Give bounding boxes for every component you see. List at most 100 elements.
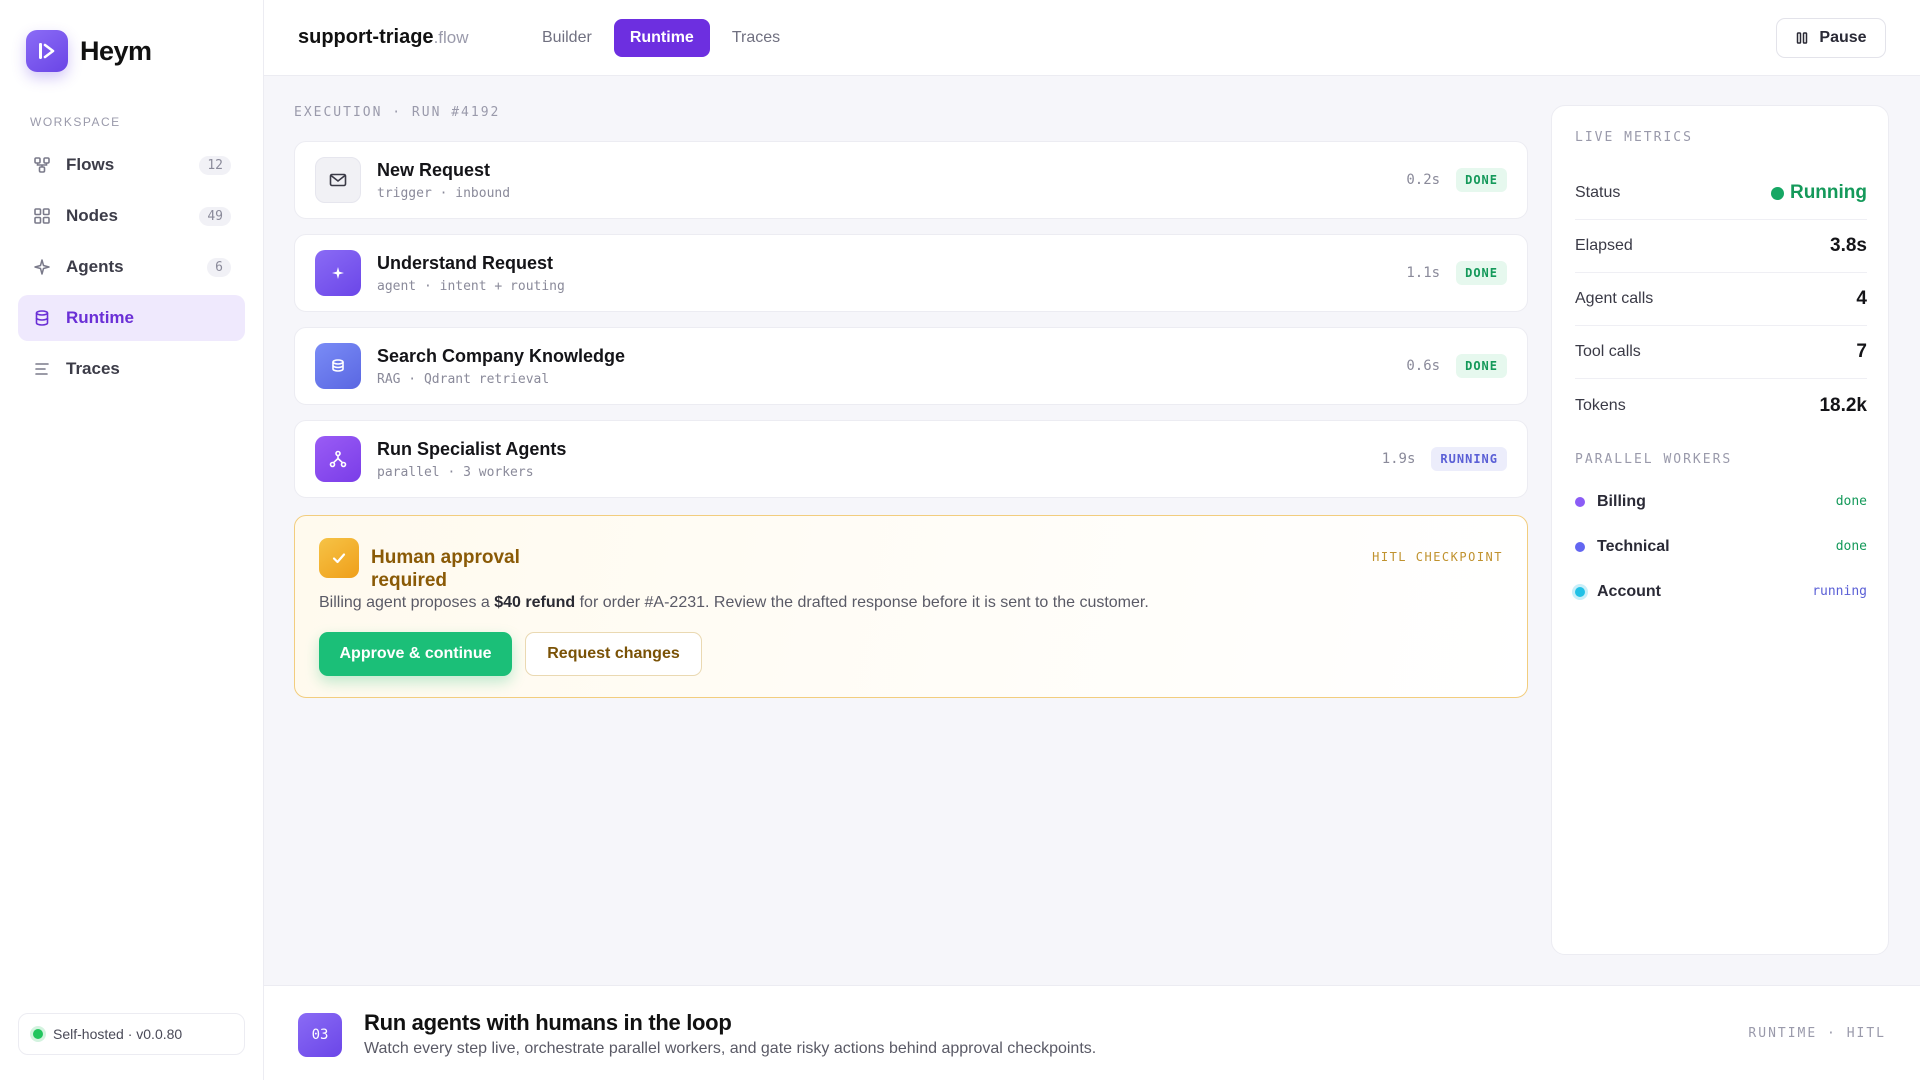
metric-row: Elapsed 3.8s: [1575, 220, 1867, 273]
sidebar-item-label: Agents: [66, 257, 124, 276]
worker-dot-icon: [1575, 586, 1585, 597]
metric-row: Tokens 18.2k: [1575, 379, 1867, 432]
worker-dot-icon: [1575, 496, 1585, 507]
version-badge: Self-hosted · v0.0.80: [18, 1013, 245, 1055]
metric-value: 7: [1856, 341, 1867, 362]
metrics-label: LIVE METRICS: [1575, 130, 1693, 145]
status-badge: RUNNING: [1431, 447, 1507, 471]
metric-row: Tool calls 7: [1575, 326, 1867, 379]
flow-ext: .flow: [433, 28, 469, 47]
worker-name: Technical: [1597, 537, 1670, 555]
check-icon: [319, 538, 359, 578]
step-time: 1.9s: [1381, 451, 1416, 467]
tab-builder[interactable]: Builder: [526, 19, 608, 57]
step-subtitle: parallel · 3 workers: [377, 464, 534, 480]
desc-text: Billing agent proposes a: [319, 594, 495, 611]
worker-name: Billing: [1597, 492, 1646, 510]
list-icon: [32, 359, 52, 379]
metric-value: 18.2k: [1819, 394, 1867, 416]
metric-value-status: Running: [1770, 182, 1867, 204]
pause-button[interactable]: Pause: [1776, 18, 1886, 58]
flow-title: support-triage.flow: [298, 26, 469, 49]
flows-icon: [32, 155, 52, 175]
request-changes-button[interactable]: Request changes: [525, 632, 702, 676]
sidebar: Heym WORKSPACE Flows 12 Nodes 49 Agents …: [0, 0, 264, 1080]
running-dot-icon: [1770, 186, 1784, 200]
brand-name: Heym: [80, 35, 152, 66]
worker-status: running: [1812, 584, 1867, 599]
status-text: Running: [1789, 182, 1867, 203]
step-subtitle: RAG · Qdrant retrieval: [377, 371, 550, 387]
worker-status: done: [1835, 494, 1867, 509]
status-dot-icon: [33, 1029, 43, 1039]
top-bar: support-triage.flow Builder Runtime Trac…: [264, 0, 1920, 76]
approve-continue-button[interactable]: Approve & continue: [319, 632, 512, 676]
database-icon: [32, 308, 52, 328]
version-text: Self-hosted · v0.0.80: [53, 1026, 183, 1042]
worker-item[interactable]: Account running: [1575, 569, 1867, 614]
sidebar-item-label: Flows: [66, 155, 115, 174]
workers-label: PARALLEL WORKERS: [1575, 452, 1733, 467]
approval-card: Human approval required HITL CHECKPOINT …: [294, 515, 1528, 698]
metric-key: Tool calls: [1575, 343, 1641, 360]
sidebar-nav: Flows 12 Nodes 49 Agents 6 Runtime Trace…: [18, 142, 245, 397]
feature-number: 03: [298, 1013, 342, 1057]
count-badge: 6: [207, 257, 231, 277]
metric-row: Agent calls 4: [1575, 273, 1867, 326]
sidebar-item-nodes[interactable]: Nodes 49: [18, 193, 245, 239]
sparkle-icon: [32, 257, 52, 277]
step-subtitle: agent · intent + routing: [377, 278, 565, 294]
metrics-list: Status Running Elapsed 3.8s Agent calls …: [1575, 167, 1867, 432]
sidebar-item-runtime[interactable]: Runtime: [18, 295, 245, 341]
sidebar-item-label: Traces: [66, 359, 120, 378]
status-badge: DONE: [1456, 168, 1507, 192]
execution-label: EXECUTION · RUN #4192: [294, 105, 501, 120]
status-badge: DONE: [1456, 354, 1507, 378]
step-title: New Request: [377, 159, 491, 180]
step-title: Run Specialist Agents: [377, 438, 567, 459]
pause-label: Pause: [1819, 29, 1867, 46]
count-badge: 49: [199, 206, 231, 226]
step-card[interactable]: Understand Request agent · intent + rout…: [294, 234, 1528, 312]
pause-icon: [1795, 31, 1809, 45]
metric-row: Status Running: [1575, 167, 1867, 220]
status-badge: DONE: [1456, 261, 1507, 285]
approval-description: Billing agent proposes a $40 refund for …: [319, 594, 1149, 612]
step-subtitle: trigger · inbound: [377, 185, 511, 201]
view-tabs: Builder Runtime Traces: [526, 19, 802, 57]
step-card[interactable]: New Request trigger · inbound 0.2s DONE: [294, 141, 1528, 219]
heym-logo-icon: [26, 30, 68, 72]
workers-list: Billing done Technical done Account runn…: [1575, 479, 1867, 614]
worker-item[interactable]: Billing done: [1575, 479, 1867, 524]
feature-banner: 03 Run agents with humans in the loop Wa…: [264, 985, 1920, 1080]
metric-key: Status: [1575, 184, 1621, 201]
grid-icon: [32, 206, 52, 226]
worker-status: done: [1835, 539, 1867, 554]
mail-icon: [315, 157, 361, 203]
desc-text: for order #A-2231. Review the drafted re…: [575, 594, 1149, 611]
live-metrics-panel: LIVE METRICS Status Running Elapsed 3.8s…: [1551, 105, 1889, 955]
metric-key: Elapsed: [1575, 237, 1633, 254]
sidebar-item-flows[interactable]: Flows 12: [18, 142, 245, 188]
step-time: 0.6s: [1406, 358, 1441, 374]
feature-tag: RUNTIME · HITL: [1748, 1026, 1886, 1041]
step-card[interactable]: Run Specialist Agents parallel · 3 worke…: [294, 420, 1528, 498]
approval-title: Human approval required: [371, 547, 520, 591]
step-title: Understand Request: [377, 252, 554, 273]
metric-value: 3.8s: [1830, 235, 1867, 256]
sidebar-item-agents[interactable]: Agents 6: [18, 244, 245, 290]
feature-subtitle: Watch every step live, orchestrate paral…: [364, 1040, 1097, 1057]
flow-name: support-triage: [298, 26, 434, 48]
feature-title: Run agents with humans in the loop: [364, 1010, 732, 1035]
worker-item[interactable]: Technical done: [1575, 524, 1867, 569]
sidebar-item-traces[interactable]: Traces: [18, 346, 245, 392]
tab-traces[interactable]: Traces: [716, 19, 796, 57]
step-card[interactable]: Search Company Knowledge RAG · Qdrant re…: [294, 327, 1528, 405]
refund-amount: $40 refund: [494, 594, 576, 611]
sidebar-item-label: Runtime: [66, 308, 134, 327]
section-label-workspace: WORKSPACE: [30, 115, 121, 129]
step-time: 1.1s: [1406, 265, 1441, 281]
step-title: Search Company Knowledge: [377, 345, 626, 366]
tab-runtime[interactable]: Runtime: [613, 19, 710, 57]
brand[interactable]: Heym: [26, 30, 152, 72]
